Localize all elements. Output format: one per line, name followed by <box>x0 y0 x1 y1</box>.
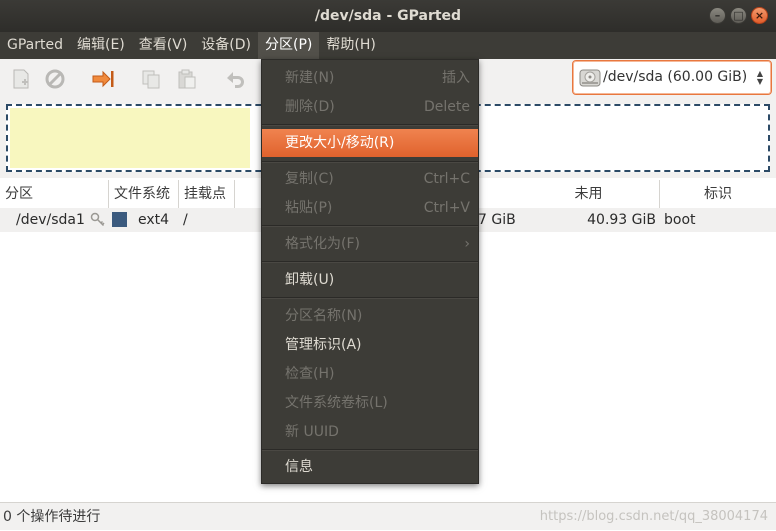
undo-icon[interactable] <box>223 67 247 91</box>
minimize-button[interactable]: – <box>709 7 726 24</box>
menu-gparted[interactable]: GParted <box>0 32 70 59</box>
column-flags[interactable]: 标识 <box>660 180 776 208</box>
watermark: https://blog.csdn.net/qq_38004174 <box>539 509 768 524</box>
device-selector-label: /dev/sda (60.00 GiB) <box>603 69 748 85</box>
column-partition[interactable]: 分区 <box>0 180 109 208</box>
cell-partition: /dev/sda1 <box>16 212 85 228</box>
filesystem-color-swatch <box>112 212 127 227</box>
maximize-button[interactable]: □ <box>730 7 747 24</box>
device-selector[interactable]: /dev/sda (60.00 GiB) ▲ ▼ <box>572 60 772 95</box>
menu-item-new-uuid[interactable]: 新 UUID <box>262 418 478 446</box>
menu-item-new[interactable]: 新建(N) 插入 <box>262 64 478 92</box>
menu-item-format-as[interactable]: 格式化为(F) › <box>262 230 478 258</box>
paste-icon[interactable] <box>175 67 199 91</box>
copy-icon[interactable] <box>139 67 163 91</box>
menu-bar: GParted 编辑(E) 查看(V) 设备(D) 分区(P) 帮助(H) <box>0 32 776 59</box>
menu-item-check[interactable]: 检查(H) <box>262 360 478 388</box>
column-filesystem[interactable]: 文件系统 <box>109 180 179 208</box>
window-controls: – □ × <box>709 7 768 24</box>
resize-move-icon[interactable] <box>91 67 115 91</box>
disk-icon <box>579 67 601 89</box>
submenu-arrow-icon: › <box>464 236 470 252</box>
partition-menu: 新建(N) 插入 删除(D) Delete 更改大小/移动(R) 复制(C) C… <box>261 59 479 484</box>
cell-unused: 40.93 GiB <box>587 212 656 228</box>
column-mountpoint[interactable]: 挂载点 <box>179 180 235 208</box>
dropdown-arrows-icon: ▲ ▼ <box>756 69 763 86</box>
pending-operations-text: 0 个操作待进行 <box>3 509 101 525</box>
menu-item-unmount[interactable]: 卸载(U) <box>262 266 478 294</box>
partition-used-space <box>10 108 250 168</box>
menu-edit[interactable]: 编辑(E) <box>70 32 132 59</box>
menu-item-manage-flags[interactable]: 管理标识(A) <box>262 331 478 359</box>
menu-separator <box>262 449 478 451</box>
menu-separator <box>262 297 478 299</box>
menu-separator <box>262 225 478 227</box>
title-bar: /dev/sda - GParted – □ × <box>0 0 776 32</box>
menu-item-paste[interactable]: 粘贴(P) Ctrl+V <box>262 194 478 222</box>
menu-separator <box>262 124 478 126</box>
close-button[interactable]: × <box>751 7 768 24</box>
menu-item-label-filesystem[interactable]: 文件系统卷标(L) <box>262 389 478 417</box>
menu-separator <box>262 161 478 163</box>
cell-flags: boot <box>664 212 696 228</box>
menu-device[interactable]: 设备(D) <box>194 32 258 59</box>
new-icon[interactable] <box>9 67 33 91</box>
menu-partition[interactable]: 分区(P) <box>258 32 320 59</box>
menu-item-delete[interactable]: 删除(D) Delete <box>262 93 478 121</box>
column-unused[interactable]: 未用 <box>518 180 660 208</box>
menu-view[interactable]: 查看(V) <box>132 32 195 59</box>
menu-separator <box>262 261 478 263</box>
status-bar: 0 个操作待进行 https://blog.csdn.net/qq_380041… <box>0 502 776 530</box>
cell-size: 7 GiB <box>478 212 516 228</box>
cell-filesystem: ext4 <box>138 212 170 228</box>
window-title: /dev/sda - GParted <box>314 8 462 24</box>
menu-item-partition-name[interactable]: 分区名称(N) <box>262 302 478 330</box>
menu-item-resize-move[interactable]: 更改大小/移动(R) <box>262 129 478 157</box>
menu-help[interactable]: 帮助(H) <box>319 32 382 59</box>
delete-icon[interactable] <box>43 67 67 91</box>
menu-item-copy[interactable]: 复制(C) Ctrl+C <box>262 165 478 193</box>
cell-mountpoint: / <box>183 212 188 228</box>
menu-item-information[interactable]: 信息 <box>262 453 478 481</box>
